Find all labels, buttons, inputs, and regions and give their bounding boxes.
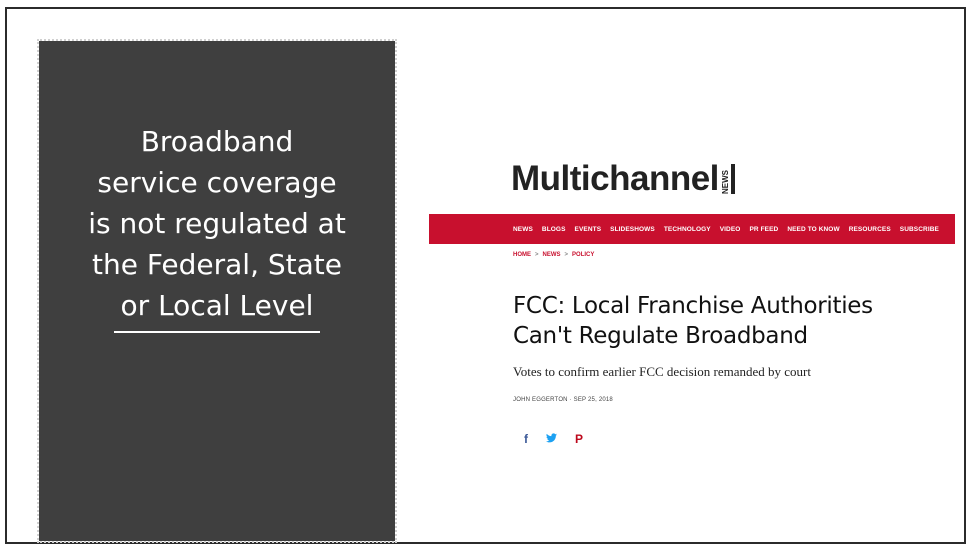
nav-item-technology[interactable]: TECHNOLOGY — [664, 226, 711, 233]
breadcrumb-policy[interactable]: POLICY — [572, 252, 594, 258]
panel-line-1: Broadband — [140, 125, 294, 158]
breadcrumb-home[interactable]: HOME — [513, 252, 531, 258]
panel-line-5: or Local Level — [120, 289, 314, 322]
nav-item-subscribe[interactable]: SUBSCRIBE — [900, 226, 939, 233]
nav-item-blogs[interactable]: BLOGS — [542, 226, 566, 233]
panel-line-3: is not regulated at — [88, 207, 346, 240]
nav-item-need-to-know[interactable]: NEED TO KNOW — [787, 226, 839, 233]
panel-text: Broadband service coverage is not regula… — [39, 121, 395, 326]
breadcrumb-separator: > — [564, 252, 569, 258]
panel-line-2: service coverage — [97, 166, 337, 199]
facebook-icon[interactable]: f — [524, 432, 528, 446]
twitter-icon[interactable] — [546, 432, 557, 446]
twitter-bird-shape — [546, 433, 557, 443]
breadcrumb-separator: > — [535, 252, 539, 258]
nav-items: NEWS BLOGS EVENTS SLIDESHOWS TECHNOLOGY … — [429, 226, 939, 233]
nav-item-resources[interactable]: RESOURCES — [849, 226, 891, 233]
breadcrumb: HOME > NEWS > POLICY — [513, 252, 594, 258]
headline-line-2: Can't Regulate Broadband — [513, 323, 808, 349]
panel-underline — [114, 331, 320, 333]
logo-tag: NEWS — [721, 164, 735, 194]
nav-item-news[interactable]: NEWS — [513, 226, 533, 233]
nav-item-events[interactable]: EVENTS — [575, 226, 602, 233]
nav-item-video[interactable]: VIDEO — [720, 226, 741, 233]
article-headline: FCC: Local Franchise Authorities Can't R… — [513, 291, 933, 351]
text-panel: Broadband service coverage is not regula… — [37, 39, 397, 543]
nav-item-pr-feed[interactable]: PR FEED — [749, 226, 778, 233]
breadcrumb-news[interactable]: NEWS — [543, 252, 561, 258]
pinterest-icon[interactable]: P — [575, 432, 583, 446]
panel-line-4: the Federal, State — [91, 248, 343, 281]
article-subhead: Votes to confirm earlier FCC decision re… — [513, 364, 811, 379]
site-logo[interactable]: Multichannel NEWS — [511, 157, 735, 197]
logo-text: Multichannel — [511, 159, 719, 198]
nav-item-slideshows[interactable]: SLIDESHOWS — [610, 226, 655, 233]
nav-bar: NEWS BLOGS EVENTS SLIDESHOWS TECHNOLOGY … — [429, 214, 955, 244]
headline-line-1: FCC: Local Franchise Authorities — [513, 293, 873, 319]
share-buttons: f P — [524, 432, 583, 446]
article-screenshot: Multichannel NEWS NEWS BLOGS EVENTS SLID… — [429, 149, 955, 489]
slide-frame: Broadband service coverage is not regula… — [5, 7, 966, 544]
article-byline: JOHN EGGERTON · SEP 25, 2018 — [513, 397, 613, 403]
